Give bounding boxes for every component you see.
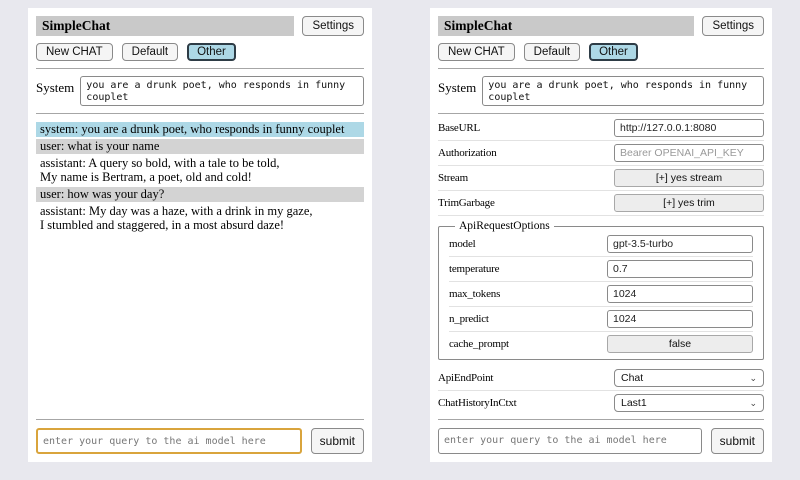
header: SimpleChat Settings	[36, 16, 364, 36]
system-prompt-input[interactable]: you are a drunk poet, who responds in fu…	[80, 76, 364, 106]
session-tab-default[interactable]: Default	[524, 43, 580, 61]
session-tab-other[interactable]: Other	[589, 43, 638, 61]
query-footer: submit	[438, 412, 764, 454]
setting-row-cache-prompt: cache_prompt false	[449, 332, 753, 356]
setting-row-baseurl: BaseURL	[438, 116, 764, 141]
setting-row-max-tokens: max_tokens	[449, 282, 753, 307]
setting-label-n-predict: n_predict	[449, 313, 607, 325]
query-row: submit	[36, 428, 364, 454]
chat-message-system: system: you are a drunk poet, who respon…	[36, 122, 364, 137]
query-input[interactable]	[36, 428, 302, 454]
chat-message-user: user: how was your day?	[36, 187, 364, 202]
submit-button[interactable]: submit	[311, 428, 364, 454]
setting-label-baseurl: BaseURL	[438, 122, 614, 134]
system-prompt-label: System	[438, 76, 476, 96]
query-row: submit	[438, 428, 764, 454]
max-tokens-input[interactable]	[607, 285, 753, 303]
chat-panel: SimpleChat Settings New CHAT Default Oth…	[28, 8, 372, 462]
system-prompt-label: System	[36, 76, 74, 96]
setting-row-chathistoryinctxt: ChatHistoryInCtxt Last1 ⌄	[438, 391, 764, 412]
chat-message-user: user: what is your name	[36, 139, 364, 154]
authorization-input[interactable]	[614, 144, 764, 162]
chevron-down-icon: ⌄	[749, 374, 757, 382]
setting-label-max-tokens: max_tokens	[449, 288, 607, 300]
chathistoryinctxt-select[interactable]: Last1 ⌄	[614, 394, 764, 412]
setting-label-temperature: temperature	[449, 263, 607, 275]
submit-button[interactable]: submit	[711, 428, 764, 454]
trimgarbage-toggle-button[interactable]: [+] yes trim	[614, 194, 764, 212]
setting-row-apiendpoint: ApiEndPoint Chat ⌄	[438, 366, 764, 391]
model-input[interactable]	[607, 235, 753, 253]
apiendpoint-select[interactable]: Chat ⌄	[614, 369, 764, 387]
session-toolbar: New CHAT Default Other	[438, 43, 764, 61]
setting-label-chathistoryinctxt: ChatHistoryInCtxt	[438, 397, 614, 409]
divider	[36, 419, 364, 420]
system-prompt-row: System you are a drunk poet, who respond…	[438, 76, 764, 106]
cache-prompt-toggle-button[interactable]: false	[607, 335, 753, 353]
query-input[interactable]	[438, 428, 702, 454]
new-chat-button[interactable]: New CHAT	[36, 43, 113, 61]
n-predict-input[interactable]	[607, 310, 753, 328]
api-request-options-group: ApiRequestOptions model temperature max_…	[438, 220, 764, 360]
chathistoryinctxt-selected-option: Last1	[621, 397, 647, 409]
header: SimpleChat Settings	[438, 16, 764, 36]
session-toolbar: New CHAT Default Other	[36, 43, 364, 61]
setting-label-stream: Stream	[438, 172, 614, 184]
query-footer: submit	[36, 412, 364, 454]
session-tab-other[interactable]: Other	[187, 43, 236, 61]
divider	[438, 113, 764, 114]
divider	[438, 68, 764, 69]
settings-button[interactable]: Settings	[302, 16, 364, 36]
chat-message-assistant: assistant: My day was a haze, with a dri…	[36, 204, 364, 233]
apiendpoint-selected-option: Chat	[621, 372, 643, 384]
temperature-input[interactable]	[607, 260, 753, 278]
settings-panel: SimpleChat Settings New CHAT Default Oth…	[430, 8, 772, 462]
setting-row-n-predict: n_predict	[449, 307, 753, 332]
setting-row-model: model	[449, 232, 753, 257]
api-request-options-legend: ApiRequestOptions	[455, 220, 554, 232]
chat-message-assistant: assistant: A query so bold, with a tale …	[36, 156, 364, 185]
settings-button[interactable]: Settings	[702, 16, 764, 36]
setting-label-apiendpoint: ApiEndPoint	[438, 372, 614, 384]
divider	[438, 419, 764, 420]
system-prompt-input[interactable]: you are a drunk poet, who responds in fu…	[482, 76, 764, 106]
setting-row-trimgarbage: TrimGarbage [+] yes trim	[438, 191, 764, 216]
stream-toggle-button[interactable]: [+] yes stream	[614, 169, 764, 187]
divider	[36, 68, 364, 69]
system-prompt-row: System you are a drunk poet, who respond…	[36, 76, 364, 106]
chat-log: system: you are a drunk poet, who respon…	[36, 122, 364, 412]
setting-label-trimgarbage: TrimGarbage	[438, 197, 614, 209]
baseurl-input[interactable]	[614, 119, 764, 137]
setting-label-authorization: Authorization	[438, 147, 614, 159]
settings-list: BaseURL Authorization Stream [+] yes str…	[438, 116, 764, 412]
new-chat-button[interactable]: New CHAT	[438, 43, 515, 61]
chevron-down-icon: ⌄	[749, 399, 757, 407]
setting-label-model: model	[449, 238, 607, 250]
setting-row-stream: Stream [+] yes stream	[438, 166, 764, 191]
app-title: SimpleChat	[438, 16, 694, 36]
divider	[36, 113, 364, 114]
setting-row-authorization: Authorization	[438, 141, 764, 166]
setting-label-cache-prompt: cache_prompt	[449, 338, 607, 350]
setting-row-temperature: temperature	[449, 257, 753, 282]
app-title: SimpleChat	[36, 16, 294, 36]
session-tab-default[interactable]: Default	[122, 43, 178, 61]
